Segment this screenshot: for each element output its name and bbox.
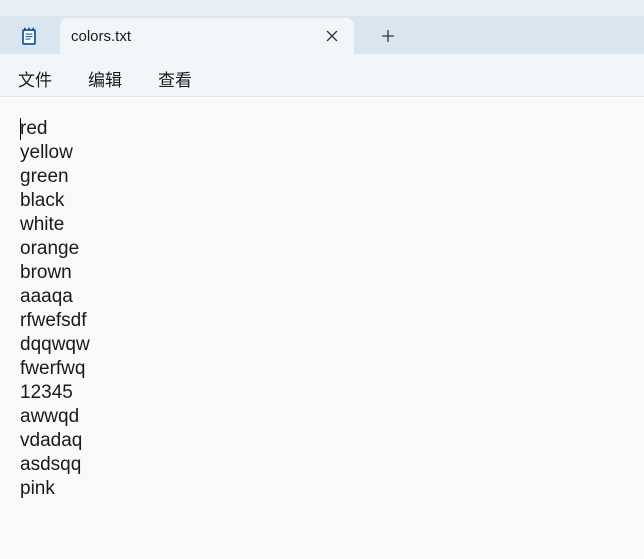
text-line: asdsqq <box>20 454 82 475</box>
plus-icon[interactable] <box>380 28 396 44</box>
text-line: yellow <box>20 142 73 163</box>
text-line: dqqwqw <box>20 334 90 355</box>
editor-lines: red yellow green black white orange brow… <box>20 117 90 501</box>
text-editor[interactable]: red yellow green black white orange brow… <box>0 97 644 559</box>
text-line: red <box>20 118 48 139</box>
close-icon[interactable] <box>324 28 340 44</box>
text-line: fwerfwq <box>20 358 86 379</box>
text-line: awwqd <box>20 406 80 427</box>
background-desktop-strip <box>0 0 644 16</box>
menu-view[interactable]: 查看 <box>158 66 192 91</box>
notepad-window: colors.txt 文件 编辑 查看 red yellow green bla… <box>0 0 644 559</box>
text-line: orange <box>20 238 80 259</box>
text-line: brown <box>20 262 72 283</box>
text-line: 12345 <box>20 382 73 403</box>
text-line: vdadaq <box>20 430 83 451</box>
notepad-icon <box>19 26 39 46</box>
text-caret <box>20 118 21 140</box>
text-line: white <box>20 214 65 235</box>
text-line: green <box>20 166 69 187</box>
text-line: black <box>20 190 65 211</box>
tab-title: colors.txt <box>71 28 132 45</box>
text-line: aaaqa <box>20 286 73 307</box>
title-bar: colors.txt <box>0 16 644 56</box>
menu-bar: 文件 编辑 查看 <box>0 54 644 97</box>
text-line: pink <box>20 478 55 499</box>
menu-edit[interactable]: 编辑 <box>88 66 122 91</box>
menu-file[interactable]: 文件 <box>18 66 52 91</box>
tab-colors-txt[interactable]: colors.txt <box>60 18 354 56</box>
text-line: rfwefsdf <box>20 310 87 331</box>
